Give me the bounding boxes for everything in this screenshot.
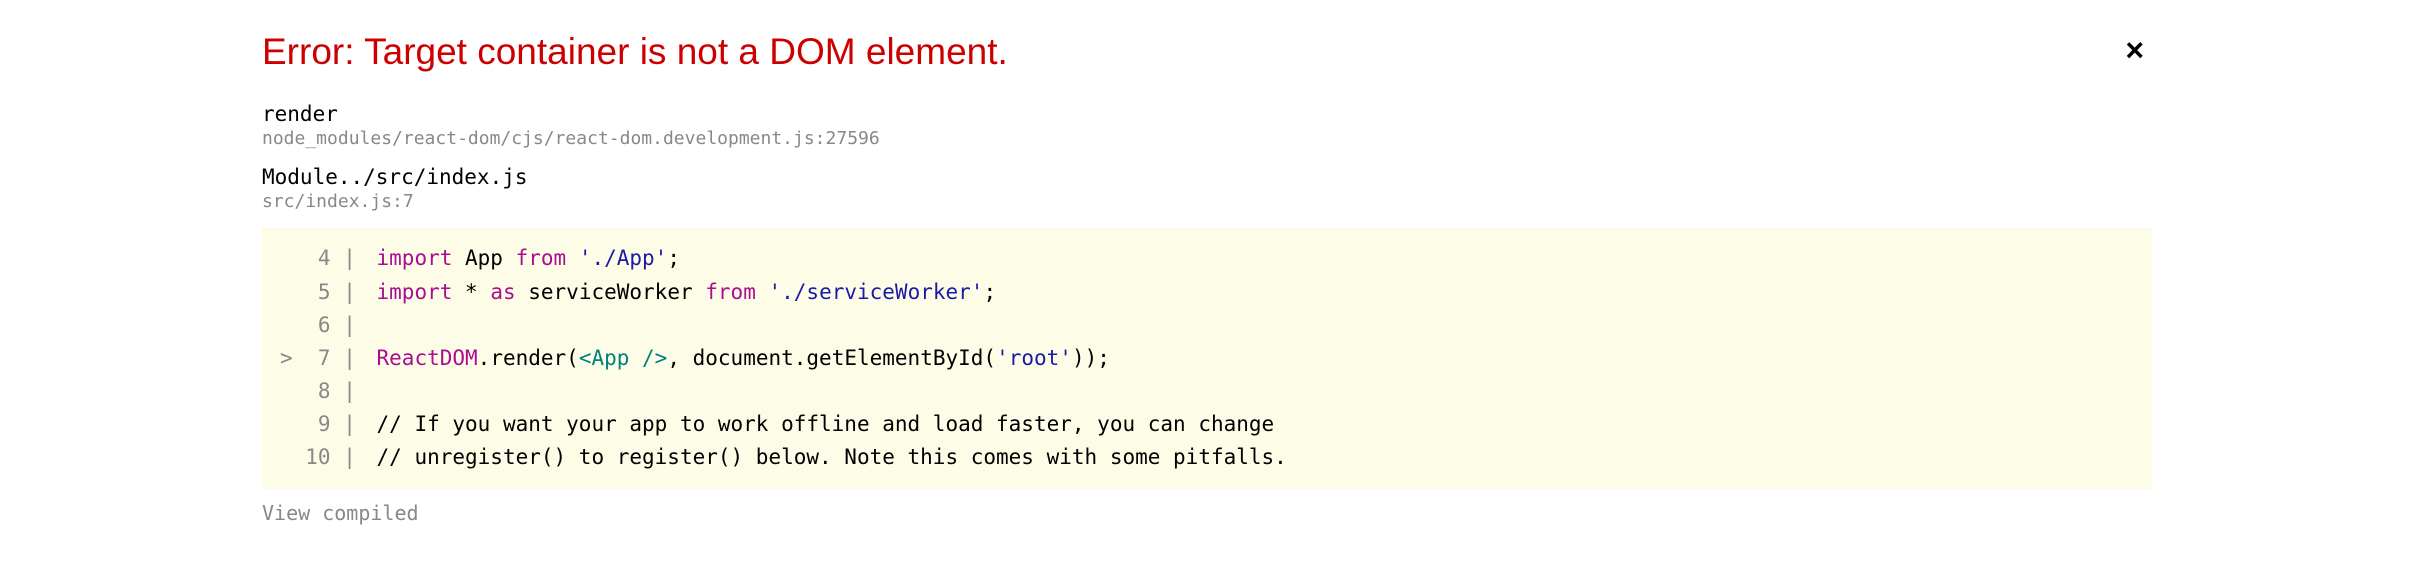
code-token: import: [377, 280, 453, 304]
frame-location: src/index.js:7: [262, 191, 2152, 212]
line-gutter: > 7 |: [280, 342, 377, 375]
line-gutter: 5 |: [280, 276, 377, 309]
code-token: ;: [667, 246, 680, 270]
code-line: 5 | import * as serviceWorker from './se…: [280, 276, 2134, 309]
stack-frame: render node_modules/react-dom/cjs/react-…: [262, 102, 2152, 149]
code-token: 'root': [996, 346, 1072, 370]
frame-function: Module../src/index.js: [262, 165, 2152, 189]
code-token: // unregister() to register() below. Not…: [377, 445, 1287, 469]
code-line: 4 | import App from './App';: [280, 242, 2134, 275]
code-token: ;: [983, 280, 996, 304]
code-token: from: [516, 246, 567, 270]
code-token: from: [705, 280, 756, 304]
line-gutter: 9 |: [280, 408, 377, 441]
error-header: Error: Target container is not a DOM ele…: [262, 30, 2152, 74]
line-gutter: 8 |: [280, 375, 377, 408]
line-gutter: 4 |: [280, 242, 377, 275]
code-token: './serviceWorker': [769, 280, 984, 304]
code-token: <App />: [579, 346, 668, 370]
frame-function: render: [262, 102, 2152, 126]
code-token: serviceWorker: [516, 280, 706, 304]
code-token: [566, 246, 579, 270]
code-line: 9 | // If you want your app to work offl…: [280, 408, 2134, 441]
code-token: './App': [579, 246, 668, 270]
line-gutter: 10 |: [280, 441, 377, 474]
code-token: import: [377, 246, 453, 270]
code-token: *: [452, 280, 490, 304]
code-token: as: [490, 280, 515, 304]
error-overlay: Error: Target container is not a DOM ele…: [162, 30, 2252, 525]
code-token: .render(: [478, 346, 579, 370]
code-line: 10 | // unregister() to register() below…: [280, 441, 2134, 474]
close-icon[interactable]: ×: [2117, 30, 2152, 70]
code-token: ));: [1072, 346, 1110, 370]
line-gutter: 6 |: [280, 309, 377, 342]
code-line: 8 |: [280, 375, 2134, 408]
code-token: , document.getElementById(: [667, 346, 996, 370]
error-title: Error: Target container is not a DOM ele…: [262, 30, 1008, 74]
code-snippet: 4 | import App from './App'; 5 | import …: [262, 228, 2152, 488]
stack-frame: Module../src/index.js src/index.js:7: [262, 165, 2152, 212]
code-line: 6 |: [280, 309, 2134, 342]
code-token: App: [452, 246, 515, 270]
code-line: > 7 | ReactDOM.render(<App />, document.…: [280, 342, 2134, 375]
code-token: // If you want your app to work offline …: [377, 412, 1275, 436]
view-compiled-link[interactable]: View compiled: [262, 501, 2152, 525]
code-token: [756, 280, 769, 304]
code-token: ReactDOM: [377, 346, 478, 370]
frame-location: node_modules/react-dom/cjs/react-dom.dev…: [262, 128, 2152, 149]
